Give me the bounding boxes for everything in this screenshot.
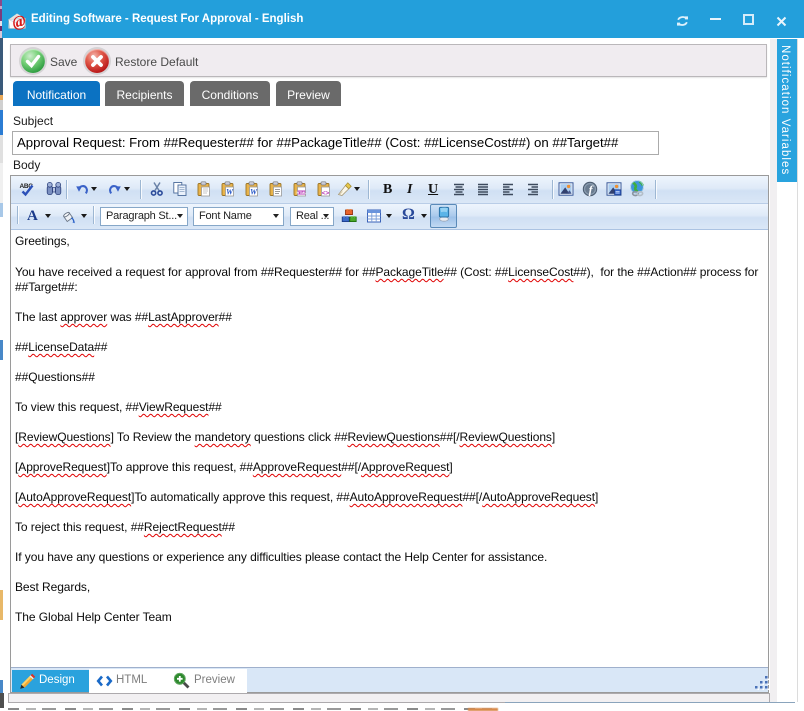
svg-text:W: W	[250, 188, 258, 197]
svg-text:<>: <>	[322, 190, 330, 197]
svg-text:@: @	[11, 12, 27, 30]
svg-text:HTML: HTML	[297, 191, 308, 195]
svg-text:W: W	[226, 188, 234, 197]
